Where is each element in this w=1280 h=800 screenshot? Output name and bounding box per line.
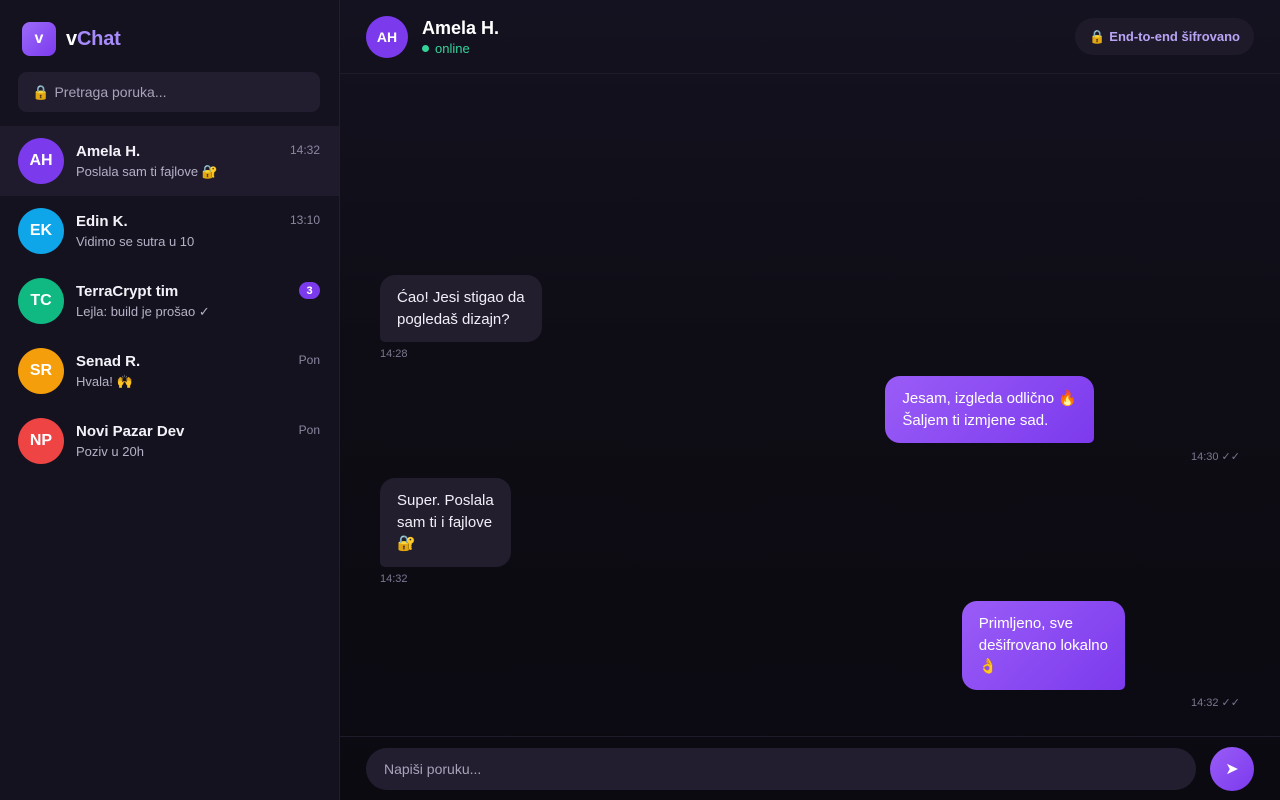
message-time: 14:28: [380, 348, 408, 360]
contact-status: online: [422, 41, 499, 56]
conversation-item[interactable]: TC TerraCrypt tim Lejla: build je prošao…: [0, 266, 339, 336]
search-input[interactable]: [54, 84, 305, 100]
send-icon: ➤: [1225, 761, 1239, 778]
message-line: pogledaš dizajn?: [397, 310, 510, 328]
message-line: 👌: [978, 658, 998, 675]
conversation-name: Senad R.: [76, 352, 141, 370]
chat-panel: AH Amela H. online 🔒 End-to-end šifrovan…: [340, 0, 1280, 800]
app-window: v vChat 🔒 AH Amela H. Poslala sam ti faj…: [0, 0, 1280, 800]
avatar: SR: [18, 348, 64, 394]
chat-header: AH Amela H. online 🔒 End-to-end šifrovan…: [340, 0, 1280, 74]
conversation-preview: Poslala sam ti fajlove 🔐: [76, 163, 218, 179]
avatar: AH: [18, 138, 64, 184]
conversation-item[interactable]: NP Novi Pazar Dev Poziv u 20h Pon: [0, 406, 339, 476]
conversation-name: Amela H.: [76, 142, 141, 160]
conversation-name: Novi Pazar Dev: [76, 422, 185, 440]
avatar: EK: [18, 208, 64, 254]
contact-name[interactable]: Amela H.: [422, 17, 499, 39]
message-time: 14:32: [380, 573, 408, 585]
sidebar: v vChat 🔒 AH Amela H. Poslala sam ti faj…: [0, 0, 340, 800]
status-text: online: [435, 41, 470, 56]
lock-icon: 🔒: [1089, 28, 1106, 44]
app-logo: v: [22, 22, 56, 56]
conversation-item[interactable]: AH Amela H. Poslala sam ti fajlove 🔐 14:…: [0, 126, 339, 196]
conversation-text: TerraCrypt tim Lejla: build je prošao ✓: [76, 283, 210, 320]
online-dot-icon: [422, 45, 429, 52]
conversation-list: AH Amela H. Poslala sam ti fajlove 🔐 14:…: [0, 126, 339, 476]
message-line: Jesam, izgleda odlično 🔥: [902, 390, 1077, 407]
message-input[interactable]: [366, 748, 1196, 790]
conversation-text: Novi Pazar Dev Poziv u 20h: [76, 423, 184, 460]
message-time: 14:30 ✓✓: [1190, 451, 1240, 463]
message-line: Ćao! Jesi stigao da: [397, 289, 525, 306]
unread-badge: 3: [299, 282, 320, 299]
message-bubble-incoming: Super. Poslala sam ti i fajlove 🔐: [380, 478, 511, 567]
conversation-item[interactable]: SR Senad R. Hvala! 🙌 Pon: [0, 336, 339, 406]
encryption-label: End-to-end šifrovano: [1109, 29, 1240, 44]
conversation-preview: Vidimo se sutra u 10: [76, 233, 195, 249]
conversation-name: Edin K.: [76, 212, 128, 230]
conversation-time: 14:32: [289, 143, 320, 157]
message-bubble-outgoing: Jesam, izgleda odlično 🔥 Šaljem ti izmje…: [885, 376, 1094, 443]
conversation-text: Amela H. Poslala sam ti fajlove 🔐: [76, 143, 218, 180]
send-button[interactable]: ➤: [1210, 747, 1254, 791]
conversation-time: Pon: [298, 423, 320, 437]
message-bubble-incoming: Ćao! Jesi stigao da pogledaš dizajn?: [380, 275, 542, 342]
conversation-preview: Hvala! 🙌: [76, 373, 133, 389]
encryption-badge[interactable]: 🔒 End-to-end šifrovano: [1075, 18, 1254, 55]
app-name-first: v: [66, 27, 77, 50]
message-line: Super. Poslala: [397, 492, 494, 509]
message-list: Ćao! Jesi stigao da pogledaš dizajn? 14:…: [340, 75, 1280, 735]
message-line: dešifrovano lokalno: [978, 636, 1108, 654]
composer: ➤: [340, 736, 1280, 800]
message-line: Primljeno, sve: [978, 615, 1073, 632]
lock-icon: 🔒: [32, 83, 50, 100]
app-name: vChat: [66, 28, 121, 51]
conversation-time: Pon: [298, 353, 320, 367]
message-line: 🔐: [397, 535, 416, 552]
conversation-text: Edin K. Vidimo se sutra u 10: [76, 213, 194, 250]
conversation-time: 13:10: [289, 213, 320, 227]
brand: v vChat: [22, 19, 339, 59]
message-line: sam ti i fajlove: [397, 513, 493, 531]
message-time: 14:32 ✓✓: [1190, 697, 1240, 709]
contact-info: Amela H. online: [422, 17, 499, 56]
avatar: TC: [18, 278, 64, 324]
app-name-rest: Chat: [76, 27, 121, 50]
search-box[interactable]: 🔒: [18, 72, 320, 112]
contact-avatar[interactable]: AH: [366, 15, 408, 58]
conversation-text: Senad R. Hvala! 🙌: [76, 353, 140, 390]
message-line: Šaljem ti izmjene sad.: [902, 411, 1049, 429]
conversation-item[interactable]: EK Edin K. Vidimo se sutra u 10 13:10: [0, 196, 339, 266]
conversation-preview: Lejla: build je prošao ✓: [76, 303, 210, 319]
avatar: NP: [18, 418, 64, 464]
conversation-name: TerraCrypt tim: [76, 282, 179, 300]
message-bubble-outgoing: Primljeno, sve dešifrovano lokalno 👌: [961, 601, 1125, 690]
conversation-preview: Poziv u 20h: [76, 443, 144, 459]
